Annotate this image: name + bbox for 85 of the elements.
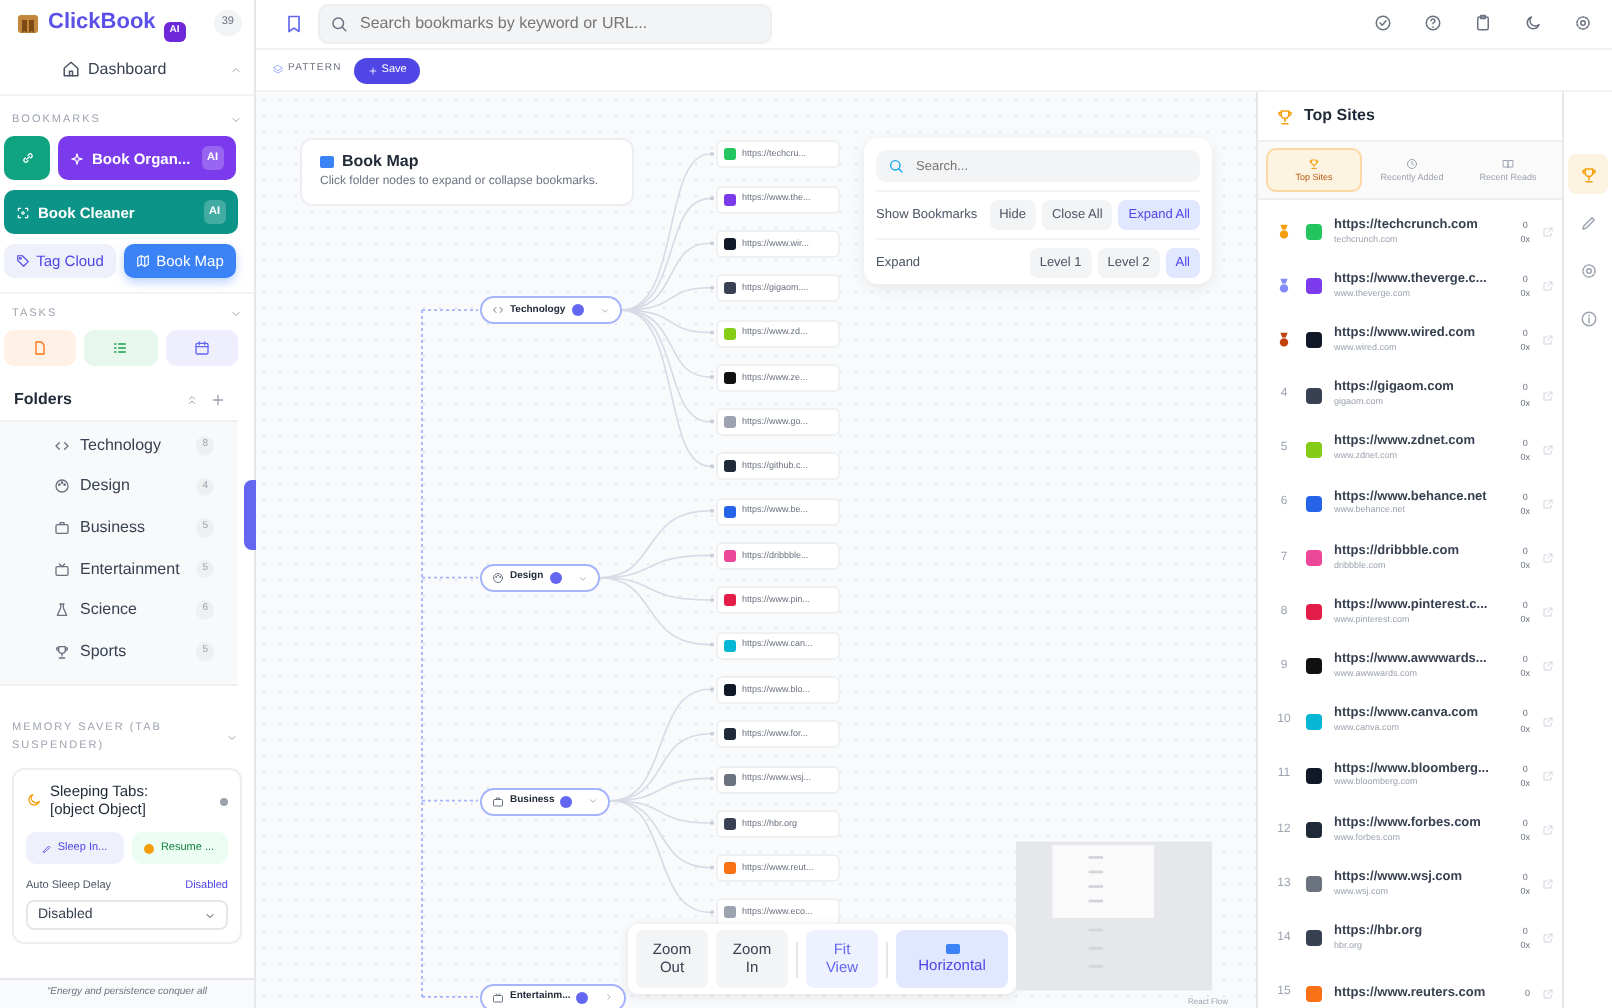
external-link-icon[interactable]: [1542, 987, 1554, 1000]
badge-dot-icon: [576, 991, 589, 1004]
tag-icon: [16, 254, 31, 269]
pencil-icon: [1579, 213, 1597, 232]
checklist-icon: [112, 339, 129, 355]
code-icon: [492, 304, 504, 317]
external-link-icon[interactable]: [1542, 824, 1554, 837]
layers-icon: [272, 64, 284, 77]
external-link-icon[interactable]: [1542, 769, 1554, 782]
external-link-icon[interactable]: [1542, 497, 1554, 510]
search-icon: [330, 14, 348, 33]
file-icon: [32, 339, 49, 355]
collapse-icon[interactable]: [186, 393, 198, 405]
chevron-right-icon[interactable]: [604, 992, 615, 1003]
search-icon: [888, 158, 904, 175]
moon-icon[interactable]: [1524, 14, 1542, 33]
external-link-icon[interactable]: [1542, 715, 1554, 728]
external-link-icon[interactable]: [1542, 878, 1554, 891]
external-link-icon[interactable]: [1542, 280, 1554, 293]
external-link-icon[interactable]: [1542, 225, 1554, 238]
tv-icon: [54, 561, 70, 578]
chevron-down-icon[interactable]: [599, 305, 610, 316]
external-link-icon[interactable]: [1542, 660, 1554, 673]
info-icon: [1579, 309, 1597, 328]
chevron-down-icon[interactable]: [577, 573, 588, 584]
sparkle-icon: [70, 151, 84, 166]
link-tool-button[interactable]: [4, 136, 50, 181]
search-field[interactable]: Search bookmarks by keyword or URL...: [318, 3, 772, 44]
trophy-icon: [1579, 165, 1597, 184]
tv-icon: [492, 991, 504, 1004]
code-icon: [54, 437, 70, 454]
palette-icon: [492, 572, 504, 585]
bookmark-icon[interactable]: [284, 13, 304, 34]
card-title: Book Map: [342, 150, 419, 175]
status-dot: [220, 797, 228, 806]
panel-title: Top Sites: [1304, 104, 1375, 129]
task-button[interactable]: [4, 329, 77, 365]
badge-dot-icon: [549, 572, 562, 585]
plus-icon: [367, 65, 378, 76]
pencil-icon: [41, 843, 52, 854]
book-logo-icon: [16, 11, 40, 35]
medal-icon: [1278, 278, 1290, 295]
calendar-icon: [193, 339, 210, 355]
moon-icon: [26, 791, 42, 808]
external-link-icon[interactable]: [1542, 389, 1554, 402]
check-circle-icon[interactable]: [1374, 14, 1392, 33]
dashboard-link[interactable]: Dashboard: [62, 57, 167, 81]
home-icon: [62, 60, 80, 78]
scan-icon: [16, 205, 30, 220]
badge-dot-icon: [571, 304, 584, 317]
briefcase-icon: [492, 795, 504, 808]
chevron-down-icon[interactable]: [588, 796, 599, 807]
chevron-down-icon[interactable]: [230, 114, 242, 127]
settings-icon: [1579, 261, 1597, 280]
link-icon: [19, 150, 35, 167]
trophy-icon: [54, 643, 70, 660]
clipboard-icon[interactable]: [1474, 14, 1492, 33]
trophy-icon: [1276, 107, 1294, 126]
palette-icon: [54, 478, 70, 495]
chevron-down-icon[interactable]: [230, 308, 242, 321]
app-name: ClickBook: [48, 8, 156, 39]
medal-icon: [1278, 332, 1290, 349]
briefcase-icon: [54, 519, 70, 536]
collapse-handle[interactable]: [244, 480, 256, 550]
chevron-down-icon[interactable]: [226, 732, 238, 745]
chevron-up-icon[interactable]: [230, 63, 242, 75]
trophy-icon: [1308, 157, 1320, 170]
task-button[interactable]: [84, 329, 158, 365]
external-link-icon[interactable]: [1542, 932, 1554, 945]
plus-icon[interactable]: [210, 391, 226, 407]
medal-icon: [1278, 223, 1290, 240]
external-link-icon[interactable]: [1542, 552, 1554, 565]
task-button[interactable]: [165, 329, 238, 365]
settings-icon[interactable]: [1574, 14, 1592, 33]
external-link-icon[interactable]: [1542, 334, 1554, 347]
flask-icon: [54, 602, 70, 619]
badge-dot-icon: [560, 795, 573, 808]
help-icon[interactable]: [1424, 14, 1442, 33]
external-link-icon[interactable]: [1542, 606, 1554, 619]
rail-button[interactable]: [1568, 154, 1608, 195]
section-title: Folders: [14, 387, 72, 411]
clock-icon: [1406, 157, 1418, 170]
chevron-down-icon: [204, 909, 216, 922]
map-icon: [136, 254, 151, 269]
external-link-icon[interactable]: [1542, 443, 1554, 456]
